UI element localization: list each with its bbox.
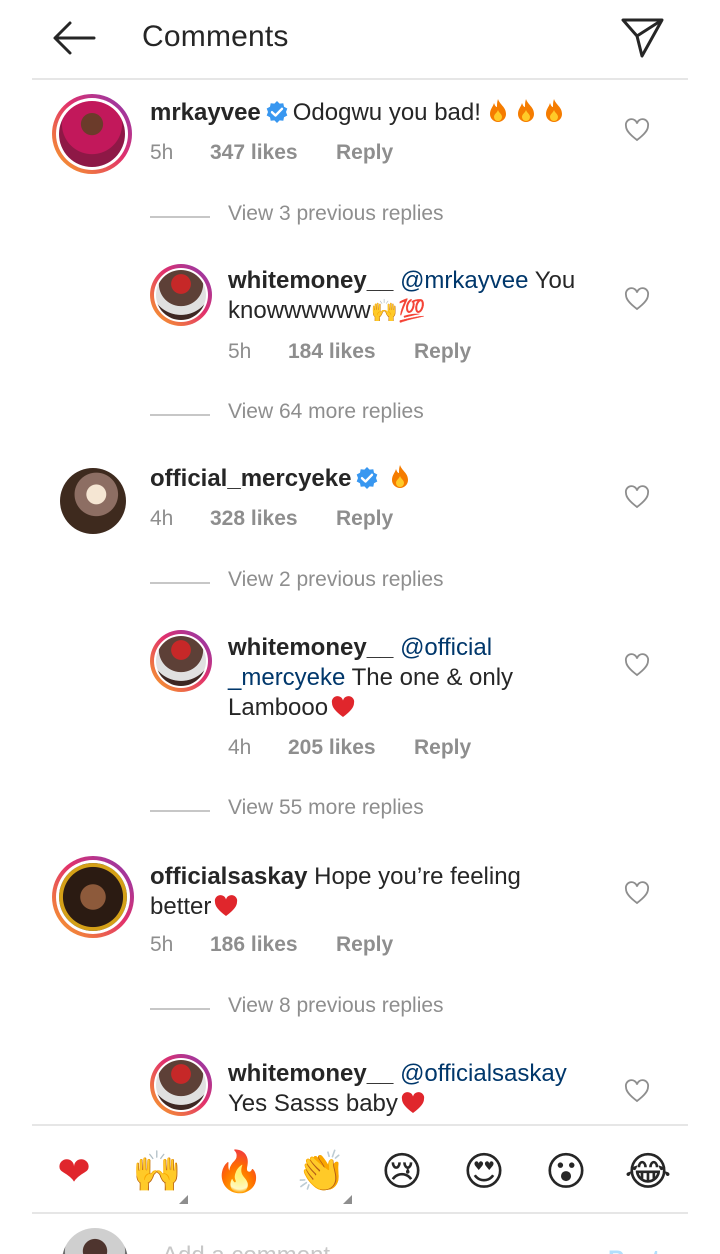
- quick-reactions-bar: ❤ 🙌 🔥 👏 😢 😍 😮 😂: [32, 1124, 688, 1214]
- clapping-hands-icon[interactable]: 👏: [296, 1148, 352, 1204]
- post-button[interactable]: Post: [608, 1246, 660, 1254]
- view-replies-label: View 3 previous replies: [228, 202, 444, 225]
- fire-icon: [489, 99, 506, 122]
- fire-icon: [392, 465, 409, 488]
- fire-icon: [545, 99, 562, 122]
- comment-meta: 5h 347 likes Reply: [150, 141, 550, 169]
- fire-icon: [517, 99, 534, 122]
- comment-time: 4h: [150, 507, 174, 530]
- comment-meta: 4h 205 likes Reply: [228, 736, 628, 764]
- view-replies-link[interactable]: View 64 more replies: [150, 400, 650, 430]
- page-title: Comments: [142, 20, 289, 53]
- header: Comments: [32, 0, 688, 80]
- reply-button[interactable]: Reply: [414, 340, 471, 364]
- avatar[interactable]: [52, 94, 132, 174]
- red-heart-icon: [331, 696, 355, 717]
- comment-input[interactable]: Add a comment...: [162, 1242, 350, 1254]
- heart-outline-icon[interactable]: [624, 653, 650, 677]
- comment-username[interactable]: whitemoney__: [228, 267, 393, 294]
- comment-body: The one & only: [345, 664, 514, 691]
- comment-text: official_mercyeke: [150, 464, 610, 494]
- heart-eyes-face-icon[interactable]: 😍: [460, 1148, 508, 1196]
- fire-icon[interactable]: 🔥: [214, 1148, 264, 1196]
- comment-meta: 4h 328 likes Reply: [150, 507, 550, 535]
- comment-text: whitemoney__ @official _mercyeke The one…: [228, 633, 608, 723]
- comment-body: Odogwu you bad!: [292, 99, 481, 126]
- avatar[interactable]: [60, 468, 126, 534]
- view-replies-link[interactable]: View 55 more replies: [150, 796, 650, 826]
- reply-button[interactable]: Reply: [336, 933, 393, 957]
- red-heart-icon[interactable]: ❤: [50, 1148, 98, 1196]
- comments-screen: Comments mrkayvee Odogwu you bad! 5h 347 …: [32, 0, 688, 1254]
- heart-outline-icon[interactable]: [624, 485, 650, 509]
- view-replies-link[interactable]: View 8 previous replies: [150, 994, 650, 1024]
- comment-time: 5h: [228, 340, 252, 363]
- comment-text: mrkayvee Odogwu you bad!: [150, 98, 610, 128]
- view-replies-label: View 64 more replies: [228, 400, 424, 423]
- comment-username[interactable]: whitemoney__: [228, 634, 393, 661]
- avatar[interactable]: [150, 1054, 212, 1116]
- mention-link-continued[interactable]: _mercyeke: [228, 664, 345, 691]
- tears-of-joy-face-icon[interactable]: 😂: [624, 1148, 672, 1196]
- comment-text: officialsaskay Hope you’re feeling bette…: [150, 862, 610, 922]
- reply-button[interactable]: Reply: [414, 736, 471, 760]
- red-heart-icon: [215, 895, 238, 916]
- verified-badge-icon: [357, 467, 378, 489]
- comment-text: whitemoney__ @mrkayvee You knowwwwww🙌💯: [228, 266, 608, 327]
- mention-link[interactable]: @mrkayvee: [400, 267, 528, 294]
- comment-username[interactable]: whitemoney__: [228, 1060, 393, 1087]
- mention-link[interactable]: @officialsaskay: [400, 1060, 567, 1087]
- crying-face-icon[interactable]: 😢: [378, 1148, 426, 1196]
- likes-count[interactable]: 347 likes: [210, 141, 298, 165]
- comment-time: 4h: [228, 736, 252, 759]
- raising-hands-hundred-emoji: 🙌💯: [370, 299, 426, 324]
- view-replies-link[interactable]: View 2 previous replies: [150, 568, 650, 598]
- verified-badge-icon: [266, 101, 288, 123]
- view-replies-label: View 2 previous replies: [228, 568, 444, 591]
- comment-body: Hope you’re feeling: [307, 863, 521, 890]
- heart-outline-icon[interactable]: [624, 1079, 650, 1103]
- reply-button[interactable]: Reply: [336, 507, 393, 531]
- current-user-avatar: [62, 1228, 128, 1254]
- comment-body-continued: Lambooo: [228, 694, 329, 721]
- heart-outline-icon[interactable]: [624, 287, 650, 311]
- likes-count[interactable]: 186 likes: [210, 933, 298, 957]
- avatar[interactable]: [52, 856, 134, 938]
- comment-meta: 5h 184 likes Reply: [228, 340, 628, 368]
- red-heart-icon: [401, 1092, 425, 1113]
- comment-username[interactable]: officialsaskay: [150, 863, 307, 890]
- comment-body-continued: knowwwwww: [228, 297, 371, 324]
- view-replies-link[interactable]: View 3 previous replies: [150, 202, 650, 232]
- heart-outline-icon[interactable]: [624, 881, 650, 905]
- view-replies-label: View 55 more replies: [228, 796, 424, 819]
- comment-body: You: [528, 267, 576, 294]
- likes-count[interactable]: 184 likes: [288, 340, 376, 364]
- raising-hands-glyph: 🙌: [132, 1149, 182, 1195]
- direct-send-icon[interactable]: [618, 14, 666, 60]
- heart-outline-icon[interactable]: [624, 118, 650, 142]
- comment-body-continued: better: [150, 893, 212, 920]
- reply-button[interactable]: Reply: [336, 141, 393, 165]
- view-replies-label: View 8 previous replies: [228, 994, 444, 1017]
- likes-count[interactable]: 205 likes: [288, 736, 376, 760]
- avatar[interactable]: [150, 264, 212, 326]
- avatar[interactable]: [150, 630, 212, 692]
- comment-time: 5h: [150, 141, 174, 164]
- comment-body: Yes Sasss baby: [228, 1090, 398, 1117]
- clapping-hands-glyph: 👏: [296, 1149, 346, 1195]
- back-arrow-icon[interactable]: [50, 18, 98, 58]
- comment-meta: 5h 186 likes Reply: [150, 933, 550, 961]
- mention-link[interactable]: @official: [400, 634, 492, 661]
- comment-username[interactable]: mrkayvee: [150, 99, 261, 126]
- comment-time: 5h: [150, 933, 174, 956]
- surprised-face-icon[interactable]: 😮: [542, 1148, 590, 1196]
- comment-composer: Add a comment... Post: [32, 1214, 688, 1254]
- comment-text: whitemoney__ @officialsaskay Yes Sasss b…: [228, 1059, 608, 1119]
- raising-hands-icon[interactable]: 🙌: [132, 1148, 188, 1204]
- comment-username[interactable]: official_mercyeke: [150, 465, 351, 492]
- likes-count[interactable]: 328 likes: [210, 507, 298, 531]
